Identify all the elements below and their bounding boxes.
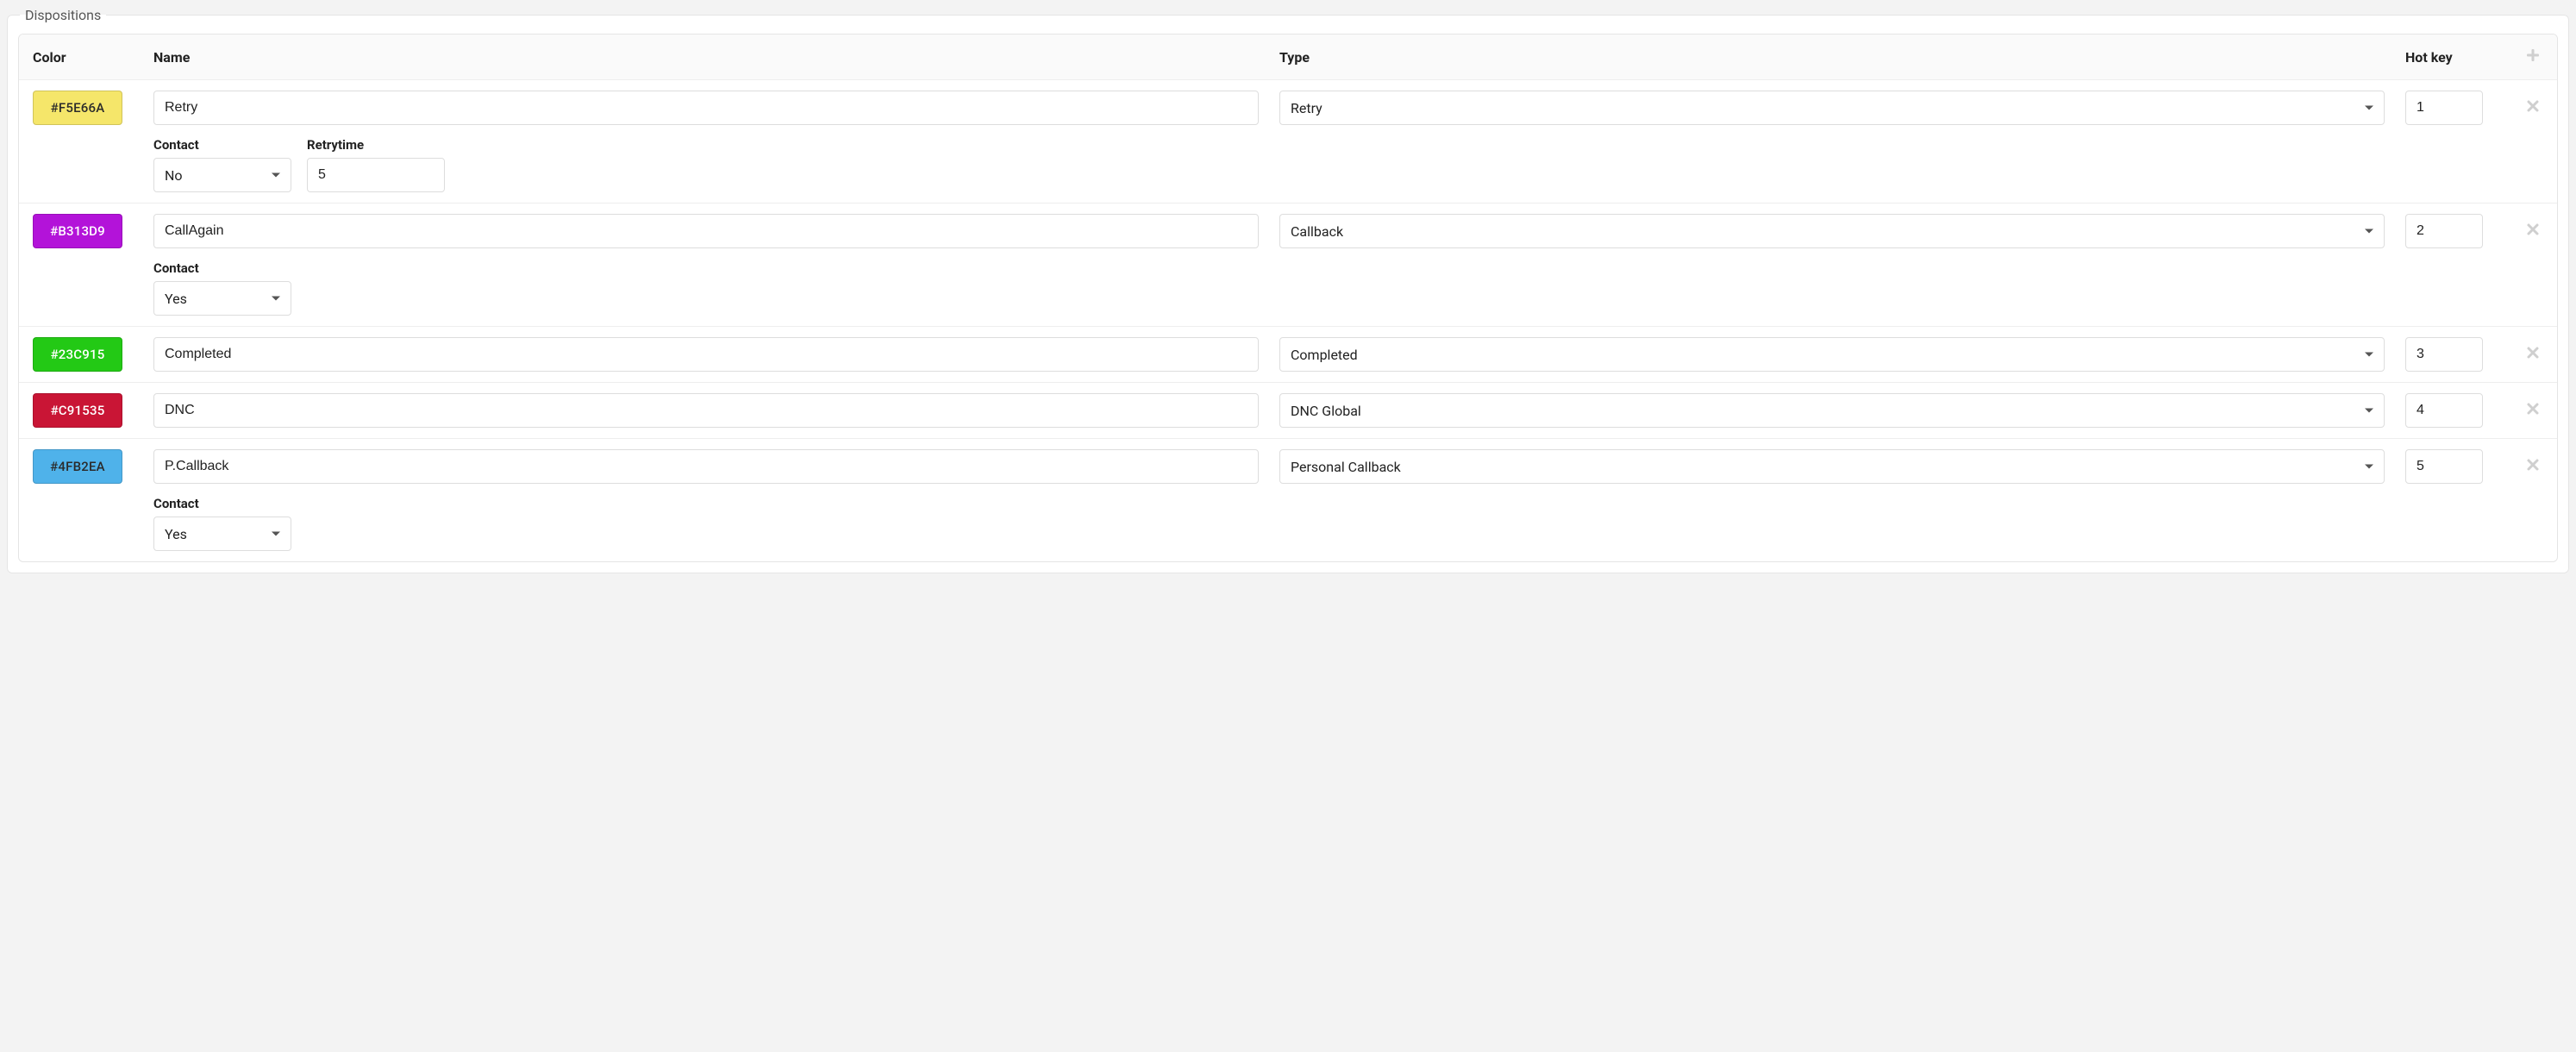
close-icon bbox=[2526, 402, 2540, 419]
hotkey-input[interactable] bbox=[2405, 214, 2483, 248]
chevron-down-icon bbox=[2365, 229, 2373, 234]
table-row: #C91535 DNC Global bbox=[19, 383, 2557, 439]
type-select[interactable]: Completed bbox=[1279, 337, 2385, 372]
add-disposition-button[interactable] bbox=[2523, 47, 2543, 67]
color-swatch[interactable]: #F5E66A bbox=[33, 91, 122, 125]
contact-select-value: Yes bbox=[165, 291, 187, 307]
type-select-value: Completed bbox=[1291, 347, 1358, 363]
close-icon bbox=[2526, 222, 2540, 240]
contact-select[interactable]: Yes bbox=[153, 281, 291, 316]
table-row: #B313D9 Callback bbox=[19, 204, 2557, 327]
type-select[interactable]: DNC Global bbox=[1279, 393, 2385, 428]
color-swatch[interactable]: #4FB2EA bbox=[33, 449, 122, 484]
contact-select-value: No bbox=[165, 167, 183, 184]
color-swatch[interactable]: #23C915 bbox=[33, 337, 122, 372]
hotkey-input[interactable] bbox=[2405, 91, 2483, 125]
delete-row-button[interactable] bbox=[2523, 456, 2543, 477]
contact-select[interactable]: Yes bbox=[153, 517, 291, 551]
panel-legend: Dispositions bbox=[20, 7, 106, 23]
contact-label: Contact bbox=[153, 137, 291, 153]
chevron-down-icon bbox=[272, 297, 280, 301]
table-row: #23C915 Completed bbox=[19, 327, 2557, 383]
name-input[interactable] bbox=[153, 214, 1259, 248]
header-type: Type bbox=[1279, 49, 2405, 66]
type-select[interactable]: Callback bbox=[1279, 214, 2385, 248]
chevron-down-icon bbox=[272, 532, 280, 536]
close-icon bbox=[2526, 346, 2540, 363]
contact-label: Contact bbox=[153, 496, 291, 511]
contact-select[interactable]: No bbox=[153, 158, 291, 192]
delete-row-button[interactable] bbox=[2523, 344, 2543, 365]
hotkey-input[interactable] bbox=[2405, 337, 2483, 372]
retrytime-input[interactable] bbox=[307, 158, 445, 192]
chevron-down-icon bbox=[2365, 465, 2373, 469]
header-hotkey: Hot key bbox=[2405, 49, 2509, 66]
type-select[interactable]: Retry bbox=[1279, 91, 2385, 125]
chevron-down-icon bbox=[2365, 106, 2373, 110]
dispositions-table: Color Name Type Hot key #F5E66A bbox=[18, 34, 2558, 562]
type-select-value: DNC Global bbox=[1291, 403, 1361, 419]
color-swatch[interactable]: #C91535 bbox=[33, 393, 122, 428]
delete-row-button[interactable] bbox=[2523, 400, 2543, 421]
name-input[interactable] bbox=[153, 449, 1259, 484]
chevron-down-icon bbox=[2365, 409, 2373, 413]
type-select[interactable]: Personal Callback bbox=[1279, 449, 2385, 484]
table-row: #4FB2EA Personal Callback bbox=[19, 439, 2557, 561]
type-select-value: Personal Callback bbox=[1291, 459, 1401, 475]
hotkey-input[interactable] bbox=[2405, 449, 2483, 484]
chevron-down-icon bbox=[272, 173, 280, 178]
chevron-down-icon bbox=[2365, 353, 2373, 357]
type-select-value: Retry bbox=[1291, 100, 1322, 116]
name-input[interactable] bbox=[153, 393, 1259, 428]
plus-icon bbox=[2526, 48, 2540, 66]
delete-row-button[interactable] bbox=[2523, 221, 2543, 241]
hotkey-input[interactable] bbox=[2405, 393, 2483, 428]
close-icon bbox=[2526, 458, 2540, 475]
header-color: Color bbox=[33, 49, 153, 66]
name-input[interactable] bbox=[153, 337, 1259, 372]
retrytime-label: Retrytime bbox=[307, 137, 445, 153]
close-icon bbox=[2526, 99, 2540, 116]
name-input[interactable] bbox=[153, 91, 1259, 125]
type-select-value: Callback bbox=[1291, 223, 1343, 240]
color-swatch[interactable]: #B313D9 bbox=[33, 214, 122, 248]
delete-row-button[interactable] bbox=[2523, 97, 2543, 118]
dispositions-panel: Dispositions Color Name Type Hot key bbox=[7, 7, 2569, 573]
contact-select-value: Yes bbox=[165, 526, 187, 542]
table-header: Color Name Type Hot key bbox=[19, 34, 2557, 80]
contact-label: Contact bbox=[153, 260, 291, 276]
header-name: Name bbox=[153, 49, 1279, 66]
table-row: #F5E66A Retry bbox=[19, 80, 2557, 204]
